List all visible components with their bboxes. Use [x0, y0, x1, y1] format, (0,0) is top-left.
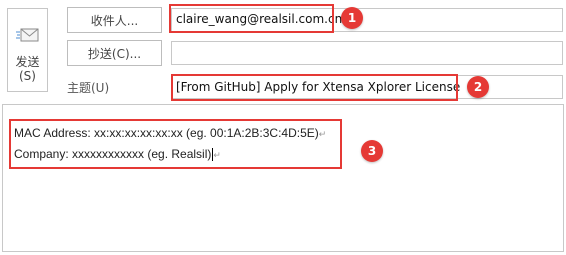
send-shortcut-hint: (S): [19, 69, 36, 83]
to-highlight-box: [169, 4, 334, 33]
send-mail-icon: [15, 28, 38, 42]
subject-highlight-box: [171, 74, 458, 101]
cc-button[interactable]: 抄送(C)...: [67, 40, 162, 66]
callout-badge-2: 2: [467, 76, 489, 98]
send-label: 发送: [15, 55, 40, 69]
send-button[interactable]: 发送 (S): [7, 8, 48, 92]
subject-label: 主题(U): [67, 81, 110, 95]
to-button[interactable]: 收件人...: [67, 7, 162, 33]
body-highlight-box: [9, 119, 342, 169]
callout-badge-1: 1: [341, 7, 363, 29]
callout-badge-3: 3: [361, 140, 383, 162]
cc-field[interactable]: [171, 41, 563, 65]
